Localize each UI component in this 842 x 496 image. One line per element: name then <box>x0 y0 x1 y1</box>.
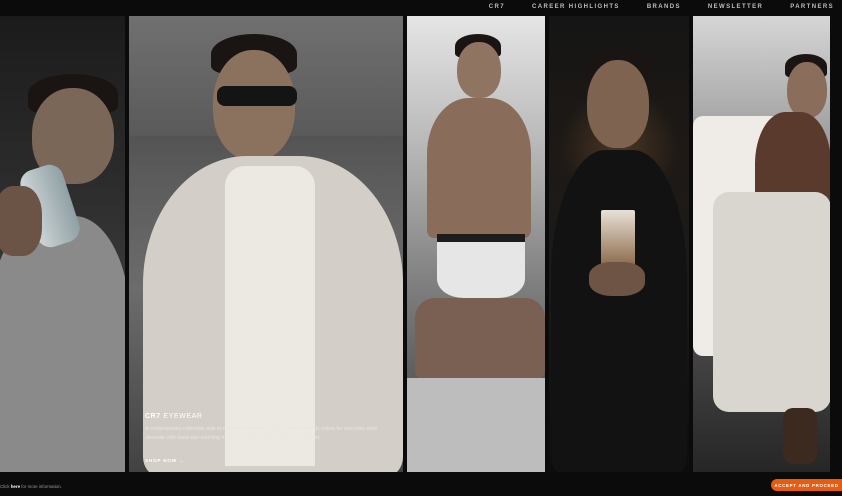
top-navigation: CR7 CAREER HIGHLIGHTS BRANDS NEWSLETTER … <box>0 0 842 14</box>
figure-torso <box>427 98 531 238</box>
feature-title-rest: EYEWEAR <box>163 413 203 420</box>
nav-partners[interactable]: PARTNERS <box>790 4 834 10</box>
seat-surface <box>407 378 545 472</box>
brand-panel-underwear[interactable] <box>407 16 545 472</box>
shop-now-link[interactable]: SHOP NOW → <box>145 458 184 463</box>
arrow-right-icon: → <box>178 458 185 463</box>
cookie-suffix: for more information. <box>21 484 62 489</box>
brand-panel-fragrance[interactable] <box>549 16 689 472</box>
figure-head <box>457 42 501 98</box>
nav-career-highlights[interactable]: CAREER HIGHLIGHTS <box>532 4 620 10</box>
brand-panel-water[interactable] <box>0 16 125 472</box>
cookie-message: Click here for more information. <box>0 484 62 489</box>
nav-brands[interactable]: BRANDS <box>647 4 681 10</box>
figure-head <box>787 62 827 118</box>
cookie-prefix: Click <box>0 484 10 489</box>
figure-boots <box>783 408 817 464</box>
shop-now-label: SHOP NOW <box>145 458 177 463</box>
figure-legs <box>415 298 545 388</box>
underwear-image <box>437 234 525 298</box>
feature-title: CR7 EYEWEAR <box>145 413 395 420</box>
figure-trousers <box>713 192 830 412</box>
cookie-info-link[interactable]: here <box>11 484 20 489</box>
figure-hand <box>589 262 645 296</box>
figure-head <box>587 60 649 148</box>
brand-panel-apparel[interactable] <box>693 16 830 472</box>
cookie-bar: Click here for more information. ACCEPT … <box>0 474 842 496</box>
sunglasses-image <box>217 86 297 106</box>
feature-title-brand: CR7 <box>145 413 161 420</box>
accept-and-proceed-button[interactable]: ACCEPT AND PROCEED <box>771 479 842 491</box>
brand-panel-eyewear[interactable] <box>129 16 403 472</box>
figure-polo <box>551 150 687 472</box>
feature-description: A contemporary collection able to master… <box>145 426 378 441</box>
nav-newsletter[interactable]: NEWSLETTER <box>708 4 763 10</box>
nav-cr7[interactable]: CR7 <box>489 4 505 10</box>
feature-caption: CR7 EYEWEAR A contemporary collection ab… <box>145 413 395 467</box>
fragrance-bottle-image <box>601 210 635 266</box>
figure-hand <box>0 186 42 256</box>
